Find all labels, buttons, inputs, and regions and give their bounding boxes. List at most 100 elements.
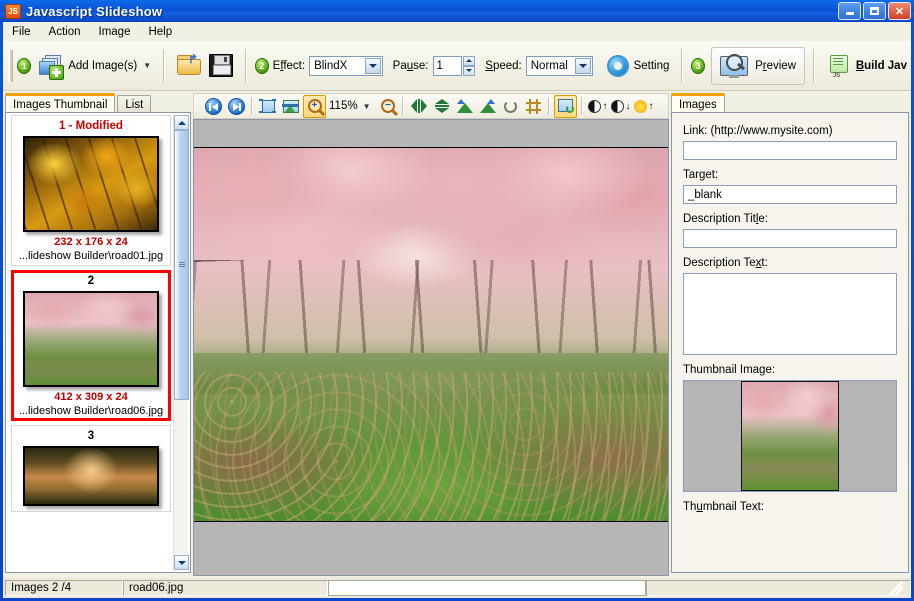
description-title-input[interactable] [683,229,897,248]
minimize-button[interactable] [838,2,861,20]
build-javascript-button[interactable]: JS Build Jav [823,48,911,84]
maximize-button[interactable] [863,2,886,20]
title-bar: JS Javascript Slideshow ✕ [0,0,914,22]
link-label: Link: (http://www.mysite.com) [683,125,833,137]
close-icon[interactable]: ✕ [888,2,911,20]
actual-size-icon [282,99,299,113]
pause-label: Pause: [392,59,429,72]
thumbnail-image-preview[interactable] [683,380,897,492]
left-tabstrip: Images Thumbnail List [5,93,153,113]
pause-input[interactable]: 1 [432,55,463,76]
zoom-in-icon: + [307,99,322,113]
step-1-badge: 1 [17,57,32,74]
brightness-sun-icon: ↑ [634,99,653,113]
menu-bar: File Action Image Help [3,22,911,41]
pause-stepper[interactable] [463,55,476,76]
rotate-free-icon [504,99,518,113]
status-current-file: road06.jpg [123,580,328,596]
tab-list[interactable]: List [117,95,152,113]
zoom-in-button[interactable]: + [303,94,326,118]
stepper-up-icon[interactable] [463,55,476,66]
effect-select[interactable]: BlindX [309,55,383,76]
link-input[interactable] [683,141,897,160]
flip-horizontal-button[interactable] [408,96,429,117]
description-title-label: Description Title: [683,213,769,225]
resize-button[interactable] [554,94,578,118]
open-button[interactable]: ↱ [173,48,205,84]
preview-button[interactable]: Preview [711,46,805,85]
chevron-down-icon[interactable]: ▼ [363,102,371,111]
description-text-textarea[interactable] [683,273,897,355]
rotate-right-icon [479,99,497,113]
rotate-left-button[interactable] [454,96,475,117]
thumbnails-scrollbar[interactable] [173,115,189,570]
thumbnail-path: ...lideshow Builder\road06.jpg [18,405,164,417]
status-images-count: Images 2 /4 [5,580,123,596]
crop-icon [526,98,542,114]
actual-size-button[interactable] [280,96,301,117]
first-image-icon [205,97,222,115]
preview-label: Preview [755,59,796,72]
rotate-right-button[interactable] [477,96,498,117]
menu-file[interactable]: File [3,24,40,40]
step-3-badge: 3 [691,57,706,74]
window-controls: ✕ [838,2,911,20]
add-images-icon [39,54,65,80]
step-2-badge: 2 [254,57,269,74]
flip-vertical-button[interactable] [431,96,452,117]
floppy-save-icon [209,54,233,77]
add-images-label: Add Image(s) [68,59,138,72]
next-image-button[interactable] [226,96,247,117]
fallen-leaves-layer [194,371,668,521]
client-area: Images Thumbnail List 1 - Modified 232 x… [3,91,911,578]
zoom-level: 115% [329,100,358,112]
resize-grip-icon[interactable] [889,581,903,595]
chevron-down-icon[interactable]: ▼ [143,61,151,70]
thumbnail-number: 1 - Modified [59,120,123,132]
toolbar-separator-4 [813,48,815,83]
resize-icon [557,99,574,113]
brightness-button[interactable]: ↑ [633,96,654,117]
menu-help[interactable]: Help [139,24,181,40]
rotate-free-button[interactable] [500,96,521,117]
scrollbar-thumb[interactable] [174,130,189,400]
tab-images[interactable]: Images [671,93,725,113]
thumbnail-number: 2 [87,275,95,287]
contrast-up-button[interactable]: ↑ [587,96,608,117]
list-item[interactable]: 1 - Modified 232 x 176 x 24 ...lideshow … [11,115,171,266]
crop-button[interactable] [523,96,544,117]
toolbar-grip[interactable] [8,49,14,82]
first-image-button[interactable] [203,96,224,117]
scroll-up-icon[interactable] [174,115,189,130]
fit-to-window-button[interactable] [257,96,278,117]
flip-horizontal-icon [410,99,427,113]
chevron-down-icon[interactable] [574,57,591,74]
thumbnails-box: 1 - Modified 232 x 176 x 24 ...lideshow … [5,112,191,573]
tab-images-thumbnail[interactable]: Images Thumbnail [5,93,116,113]
menu-action[interactable]: Action [40,24,90,40]
contrast-down-button[interactable]: ↓ [610,96,631,117]
scroll-down-icon[interactable] [174,555,189,570]
add-images-button[interactable]: Add Image(s) ▼ [35,48,155,84]
image-viewer[interactable] [193,119,669,576]
list-item[interactable]: 2 412 x 309 x 24 ...lideshow Builder\roa… [11,270,171,421]
toolbar-separator-2 [245,48,247,83]
stepper-down-icon[interactable] [463,65,476,76]
build-javascript-label: Build Jav [855,59,907,72]
chevron-down-icon[interactable] [364,57,381,74]
speed-select[interactable]: Normal [525,55,593,76]
images-properties-box: Link: (http://www.mysite.com) Target: _b… [671,112,909,573]
setting-button[interactable]: Setting [603,48,674,84]
list-item[interactable]: 3 [11,425,171,512]
status-field[interactable] [328,580,646,596]
target-input[interactable]: _blank [683,185,897,204]
contrast-up-icon: ↑ [588,99,607,113]
thumbnail-image-label: Thumbnail Image: [683,364,776,376]
zoom-out-icon: − [380,99,395,113]
thumbnail-list[interactable]: 1 - Modified 232 x 176 x 24 ...lideshow … [8,115,174,570]
save-button[interactable] [205,48,237,84]
preview-magnifier-icon [720,53,750,78]
zoom-out-button[interactable]: − [377,96,398,117]
gear-icon [607,55,629,77]
menu-image[interactable]: Image [90,24,140,40]
